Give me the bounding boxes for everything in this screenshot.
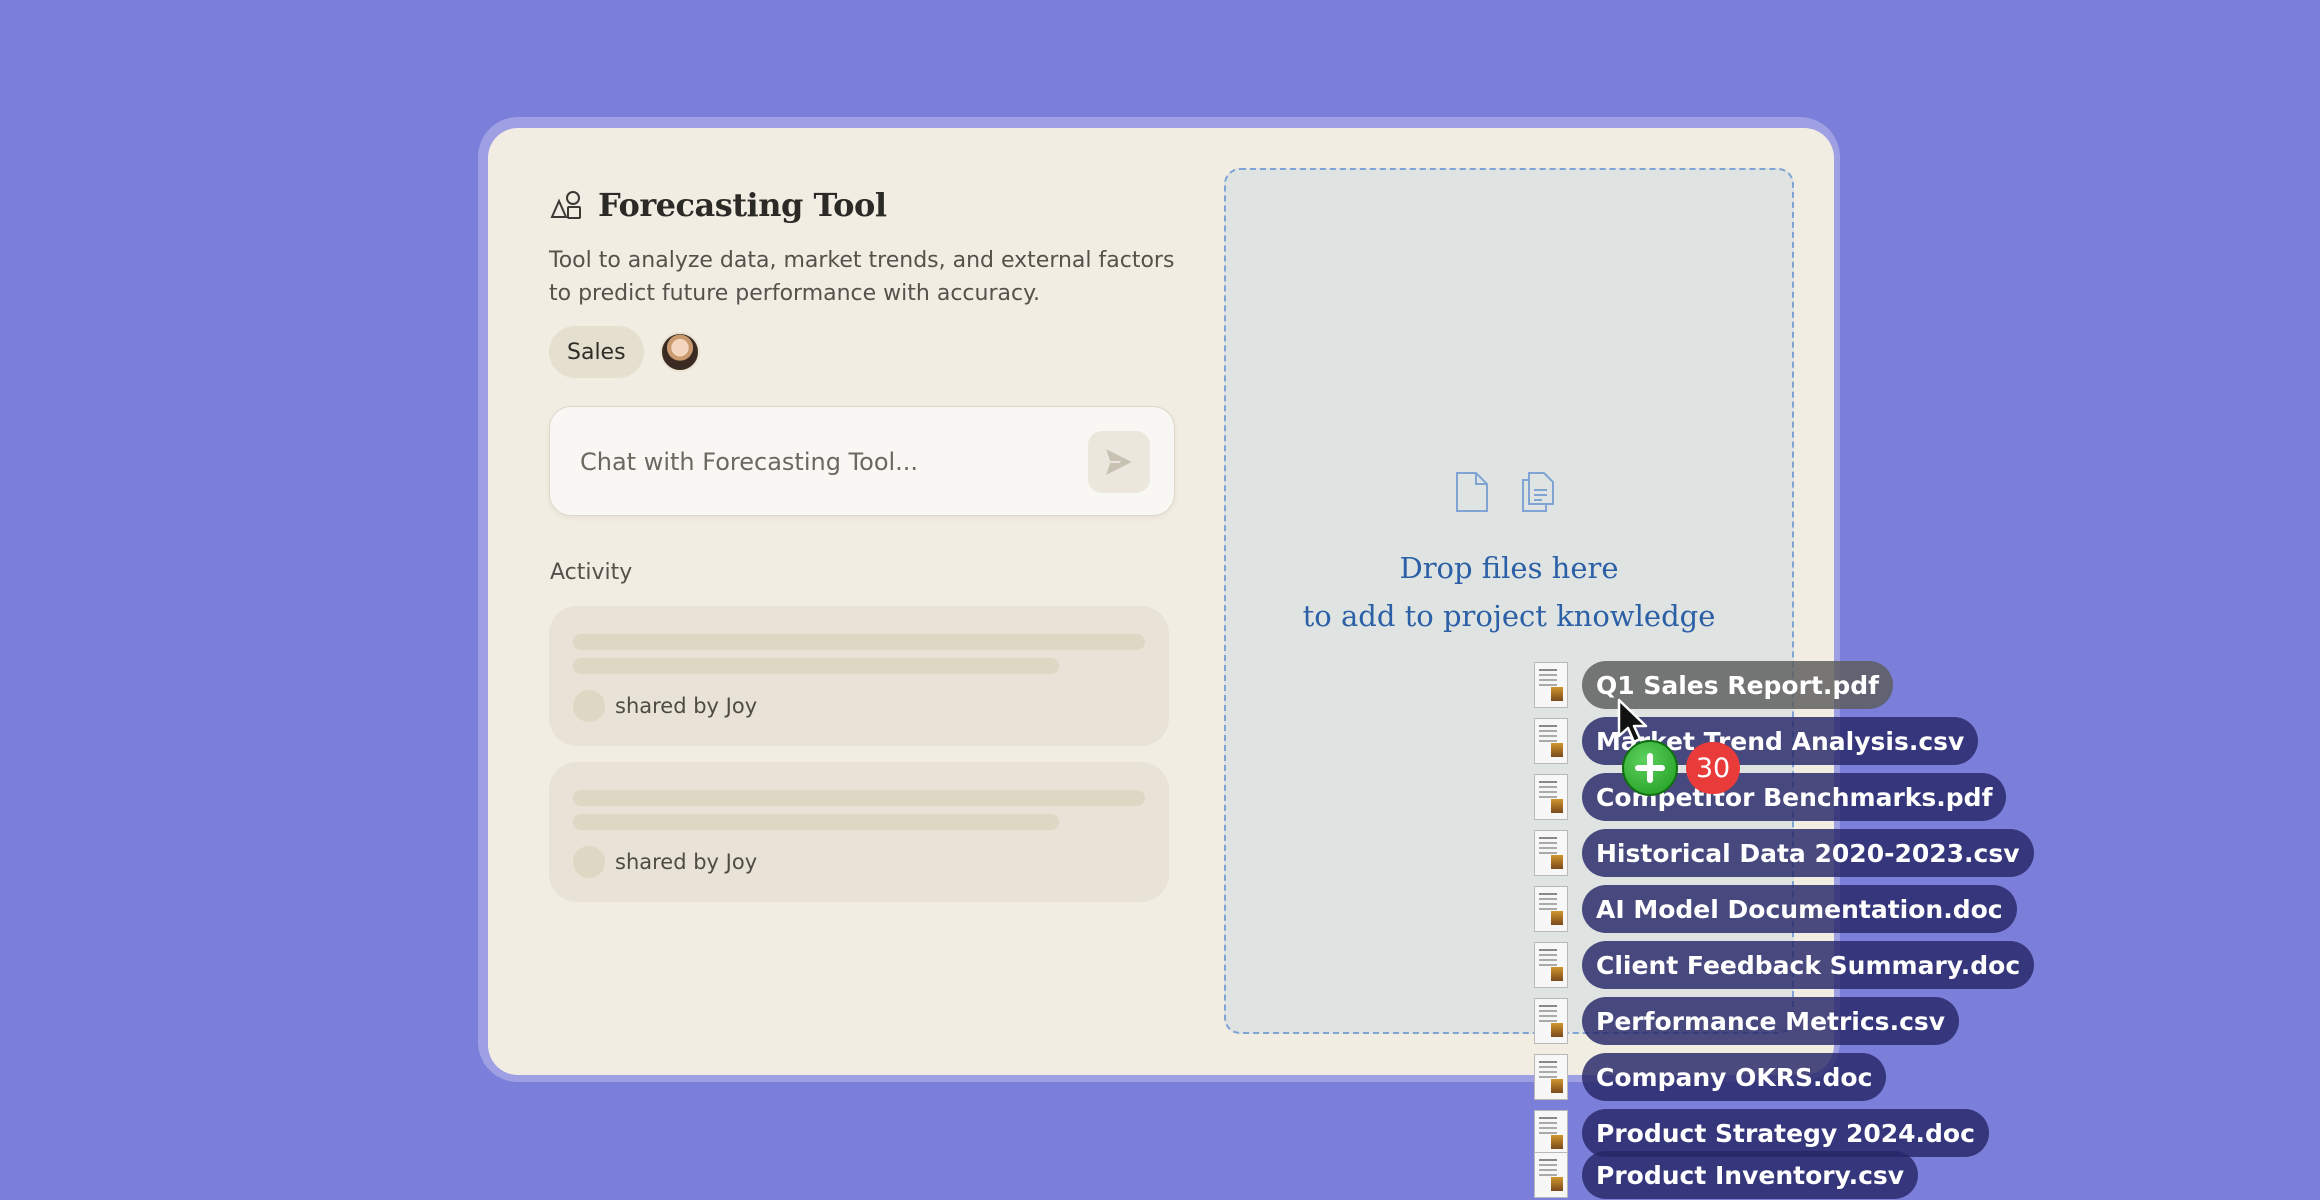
shared-row: shared by Joy bbox=[573, 690, 757, 722]
dragged-file: Performance Metrics.csv bbox=[1534, 996, 1960, 1046]
document-icon bbox=[1534, 830, 1568, 876]
dragged-file: Historical Data 2020-2023.csv bbox=[1534, 828, 2034, 878]
activity-heading: Activity bbox=[550, 560, 633, 585]
skeleton-line bbox=[573, 790, 1145, 806]
document-icon bbox=[1534, 774, 1568, 820]
dragged-file: Q1 Sales Report.pdf bbox=[1534, 660, 1894, 710]
dragged-file-name: Product Inventory.csv bbox=[1582, 1151, 1919, 1199]
user-avatar-placeholder bbox=[573, 690, 605, 722]
shapes-icon bbox=[550, 191, 581, 219]
chat-box bbox=[549, 406, 1175, 516]
document-icon bbox=[1534, 1054, 1568, 1100]
dragged-file-name: Client Feedback Summary.doc bbox=[1582, 941, 2035, 989]
skeleton-line bbox=[573, 658, 1059, 674]
tag-sales[interactable]: Sales bbox=[549, 326, 644, 378]
user-avatar-placeholder bbox=[573, 846, 605, 878]
tags-row: Sales bbox=[549, 326, 700, 378]
title-row: Forecasting Tool bbox=[548, 186, 887, 224]
shared-by-label: shared by Joy bbox=[615, 850, 758, 874]
dragged-file-name: Historical Data 2020-2023.csv bbox=[1582, 829, 2034, 877]
document-icon bbox=[1534, 718, 1568, 764]
files-icon bbox=[1522, 472, 1554, 512]
avatar[interactable] bbox=[659, 332, 700, 372]
drop-zone-line-1: Drop files here bbox=[1399, 551, 1619, 585]
tool-description: Tool to analyze data, market trends, and… bbox=[549, 248, 1175, 306]
activity-item[interactable]: shared by Joy bbox=[549, 762, 1169, 902]
document-icon bbox=[1534, 886, 1568, 932]
dragged-file: Market Trend Analysis.csv bbox=[1534, 716, 1979, 766]
drag-count-badge: 30 bbox=[1686, 742, 1740, 794]
shared-by-label: shared by Joy bbox=[615, 694, 758, 718]
activity-item[interactable]: shared by Joy bbox=[549, 606, 1169, 746]
send-icon bbox=[1106, 449, 1132, 475]
shared-row: shared by Joy bbox=[573, 846, 757, 878]
document-icon bbox=[1534, 998, 1568, 1044]
dragged-file-name: AI Model Documentation.doc bbox=[1582, 885, 2017, 933]
file-icon bbox=[1456, 472, 1488, 512]
drop-zone-label: Drop files here to add to project knowle… bbox=[1226, 544, 1792, 640]
document-icon bbox=[1534, 662, 1568, 708]
dragged-file: Company OKRS.doc bbox=[1534, 1052, 1887, 1102]
document-icon bbox=[1534, 1152, 1568, 1198]
drop-zone-line-2: to add to project knowledge bbox=[1302, 599, 1716, 633]
dragged-file: Product Inventory.csv bbox=[1534, 1150, 1919, 1200]
document-icon bbox=[1534, 942, 1568, 988]
dragged-file: Competitor Benchmarks.pdf bbox=[1534, 772, 2007, 822]
dragged-file-name: Company OKRS.doc bbox=[1582, 1053, 1887, 1101]
skeleton-line bbox=[573, 814, 1059, 830]
send-button[interactable] bbox=[1088, 431, 1150, 493]
dragged-file: AI Model Documentation.doc bbox=[1534, 884, 2017, 934]
dragged-file-name: Performance Metrics.csv bbox=[1582, 997, 1960, 1045]
copy-badge bbox=[1622, 740, 1678, 796]
plus-icon bbox=[1635, 753, 1665, 783]
skeleton-line bbox=[573, 634, 1145, 650]
dragged-file: Client Feedback Summary.doc bbox=[1534, 940, 2035, 990]
page-title: Forecasting Tool bbox=[598, 186, 887, 224]
chat-input[interactable] bbox=[580, 437, 1080, 487]
cursor-icon bbox=[1617, 698, 1648, 744]
drop-icons bbox=[1454, 470, 1556, 514]
